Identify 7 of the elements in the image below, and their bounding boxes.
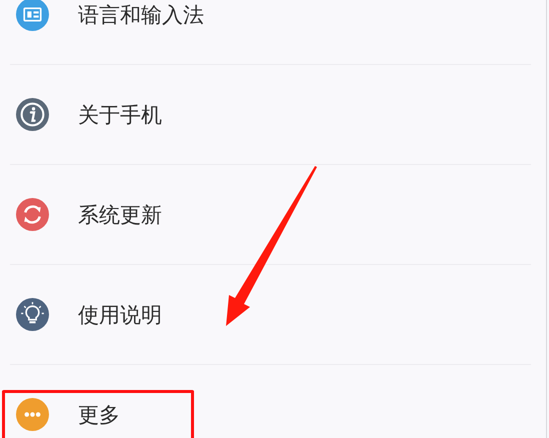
refresh-icon xyxy=(16,198,49,231)
more-icon xyxy=(16,398,49,431)
settings-item[interactable]: 语言和输入法 xyxy=(10,0,531,65)
info-icon xyxy=(16,98,49,131)
lightbulb-icon xyxy=(16,298,49,331)
settings-item[interactable]: 更多 xyxy=(10,365,531,438)
settings-item[interactable]: 关于手机 xyxy=(10,65,531,165)
